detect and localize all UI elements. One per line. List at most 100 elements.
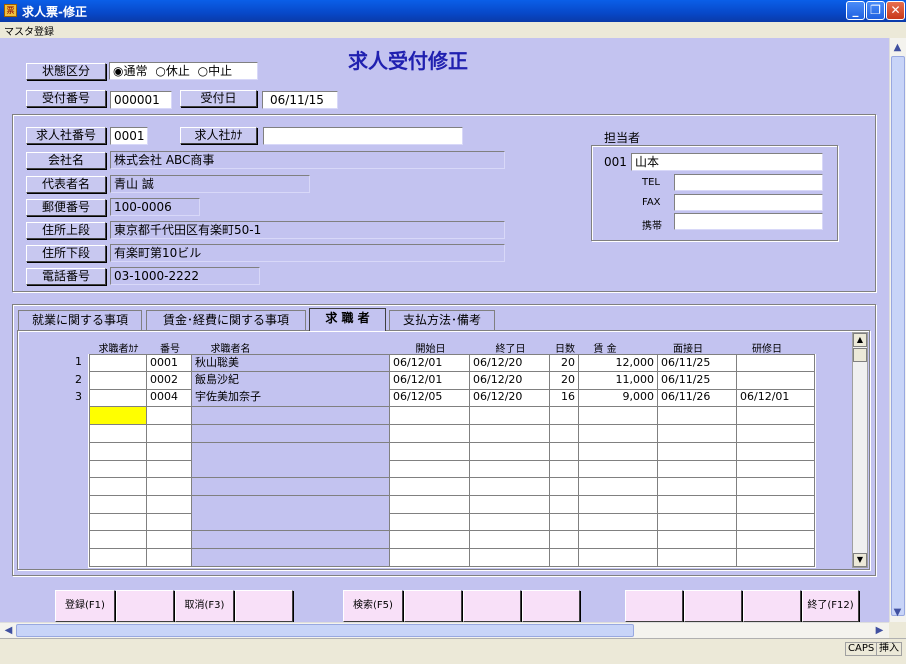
grid-cell-start[interactable]: 06/12/01: [390, 372, 470, 390]
grid-cell-no[interactable]: [147, 443, 192, 461]
grid-cell-end[interactable]: [470, 443, 550, 461]
grid-cell-name[interactable]: 宇佐美加奈子: [192, 389, 390, 407]
minimize-button[interactable]: _: [846, 1, 865, 20]
grid-cell-interview[interactable]: [658, 478, 737, 496]
radio-paused[interactable]: ○: [155, 64, 165, 78]
grid-cell-end[interactable]: 06/12/20: [470, 372, 550, 390]
grid-cell-start[interactable]: 06/12/05: [390, 389, 470, 407]
tanto-name-field[interactable]: 山本: [631, 153, 823, 171]
grid-cell-kana[interactable]: [89, 549, 147, 567]
grid-cell-start[interactable]: [390, 513, 470, 531]
grid-cell-focused[interactable]: [89, 407, 147, 425]
grid-cell-no[interactable]: [147, 478, 192, 496]
grid-cell-training[interactable]: [737, 425, 815, 443]
grid-cell-kana[interactable]: [89, 354, 147, 372]
grid-cell-end[interactable]: [470, 513, 550, 531]
grid-cell-name[interactable]: [192, 478, 390, 496]
grid-cell-end[interactable]: [470, 460, 550, 478]
grid-cell-end[interactable]: [470, 478, 550, 496]
grid-cell-start[interactable]: [390, 531, 470, 549]
grid-cell-interview[interactable]: [658, 407, 737, 425]
grid-cell-days[interactable]: [550, 513, 579, 531]
grid-cell-days[interactable]: [550, 407, 579, 425]
radio-normal[interactable]: ◉: [113, 64, 123, 78]
tab-wage[interactable]: 賃金･経費に関する事項: [146, 310, 306, 330]
rep-name-field[interactable]: 青山 誠: [110, 175, 310, 193]
grid-cell-wage[interactable]: 12,000: [579, 354, 658, 372]
grid-cell-end[interactable]: 06/12/20: [470, 389, 550, 407]
grid-cell-name[interactable]: [192, 549, 390, 567]
grid-cell-kana[interactable]: [89, 531, 147, 549]
vscroll-thumb[interactable]: [891, 56, 905, 616]
grid-scroll-thumb[interactable]: [853, 348, 867, 362]
grid-cell-end[interactable]: [470, 531, 550, 549]
grid-cell-kana[interactable]: [89, 443, 147, 461]
grid-cell-wage[interactable]: [579, 478, 658, 496]
tab-payment[interactable]: 支払方法･備考: [389, 310, 495, 330]
grid-cell-kana[interactable]: [89, 372, 147, 390]
grid-cell-training[interactable]: [737, 513, 815, 531]
grid-cell-name[interactable]: [192, 513, 390, 531]
grid-cell-days[interactable]: [550, 549, 579, 567]
grid-cell-wage[interactable]: [579, 425, 658, 443]
grid-cell-days[interactable]: 20: [550, 354, 579, 372]
grid-cell-start[interactable]: [390, 478, 470, 496]
window-vscrollbar[interactable]: ▲ ▼: [889, 38, 906, 622]
grid-cell-end[interactable]: [470, 425, 550, 443]
grid-cell-start[interactable]: [390, 425, 470, 443]
vscroll-down-icon[interactable]: ▼: [890, 605, 905, 620]
grid-cell-start[interactable]: [390, 443, 470, 461]
grid-cell-end[interactable]: 06/12/20: [470, 354, 550, 372]
grid-cell-interview[interactable]: [658, 496, 737, 514]
grid-cell-name[interactable]: [192, 531, 390, 549]
grid-cell-start[interactable]: [390, 460, 470, 478]
grid-cell-name[interactable]: 飯島沙紀: [192, 372, 390, 390]
grid-cell-interview[interactable]: 06/11/25: [658, 354, 737, 372]
grid-cell-kana[interactable]: [89, 513, 147, 531]
grid-cell-wage[interactable]: [579, 460, 658, 478]
grid-cell-training[interactable]: [737, 549, 815, 567]
window-hscrollbar[interactable]: ◀ ▶: [0, 622, 889, 638]
fkey-blank-1[interactable]: [116, 590, 174, 622]
grid-cell-name[interactable]: [192, 460, 390, 478]
grid-cell-wage[interactable]: [579, 549, 658, 567]
restore-button[interactable]: ❐: [866, 1, 885, 20]
grid-cell-days[interactable]: 20: [550, 372, 579, 390]
grid-cell-interview[interactable]: 06/11/25: [658, 372, 737, 390]
grid-cell-end[interactable]: [470, 496, 550, 514]
grid-cell-kana[interactable]: [89, 425, 147, 443]
vscroll-up-icon[interactable]: ▲: [890, 40, 905, 55]
grid-cell-name[interactable]: 秋山聡美: [192, 354, 390, 372]
grid-cell-start[interactable]: 06/12/01: [390, 354, 470, 372]
grid-cell-wage[interactable]: [579, 513, 658, 531]
tab-jobseeker[interactable]: 求 職 者: [309, 308, 386, 331]
tab-work[interactable]: 就業に関する事項: [18, 310, 142, 330]
grid-cell-days[interactable]: 16: [550, 389, 579, 407]
phone-field[interactable]: 03-1000-2222: [110, 267, 260, 285]
address1-field[interactable]: 東京都千代田区有楽町50-1: [110, 221, 505, 239]
register-button[interactable]: 登録(F1): [55, 590, 115, 622]
grid-cell-no[interactable]: 0002: [147, 372, 192, 390]
company-kana-field[interactable]: [263, 127, 463, 145]
zip-field[interactable]: 100-0006: [110, 198, 200, 216]
company-name-field[interactable]: 株式会社 ABC商事: [110, 151, 505, 169]
fkey-blank-2[interactable]: [235, 590, 293, 622]
grid-cell-days[interactable]: [550, 496, 579, 514]
address2-field[interactable]: 有楽町第10ビル: [110, 244, 505, 262]
grid-cell-start[interactable]: [390, 496, 470, 514]
grid-cell-start[interactable]: [390, 549, 470, 567]
grid-cell-no[interactable]: [147, 496, 192, 514]
grid-cell-no[interactable]: [147, 531, 192, 549]
grid-cell-days[interactable]: [550, 531, 579, 549]
grid-cell-end[interactable]: [470, 549, 550, 567]
grid-cell-wage[interactable]: [579, 443, 658, 461]
grid-cell-end[interactable]: [470, 407, 550, 425]
tanto-fax-field[interactable]: [674, 194, 823, 211]
grid-cell-interview[interactable]: [658, 531, 737, 549]
grid-scroll-up[interactable]: ▲: [853, 333, 867, 347]
grid-cell-kana[interactable]: [89, 496, 147, 514]
company-no-field[interactable]: 0001: [110, 127, 148, 145]
grid-cell-start[interactable]: [390, 407, 470, 425]
grid-cell-wage[interactable]: 11,000: [579, 372, 658, 390]
search-button[interactable]: 検索(F5): [343, 590, 403, 622]
